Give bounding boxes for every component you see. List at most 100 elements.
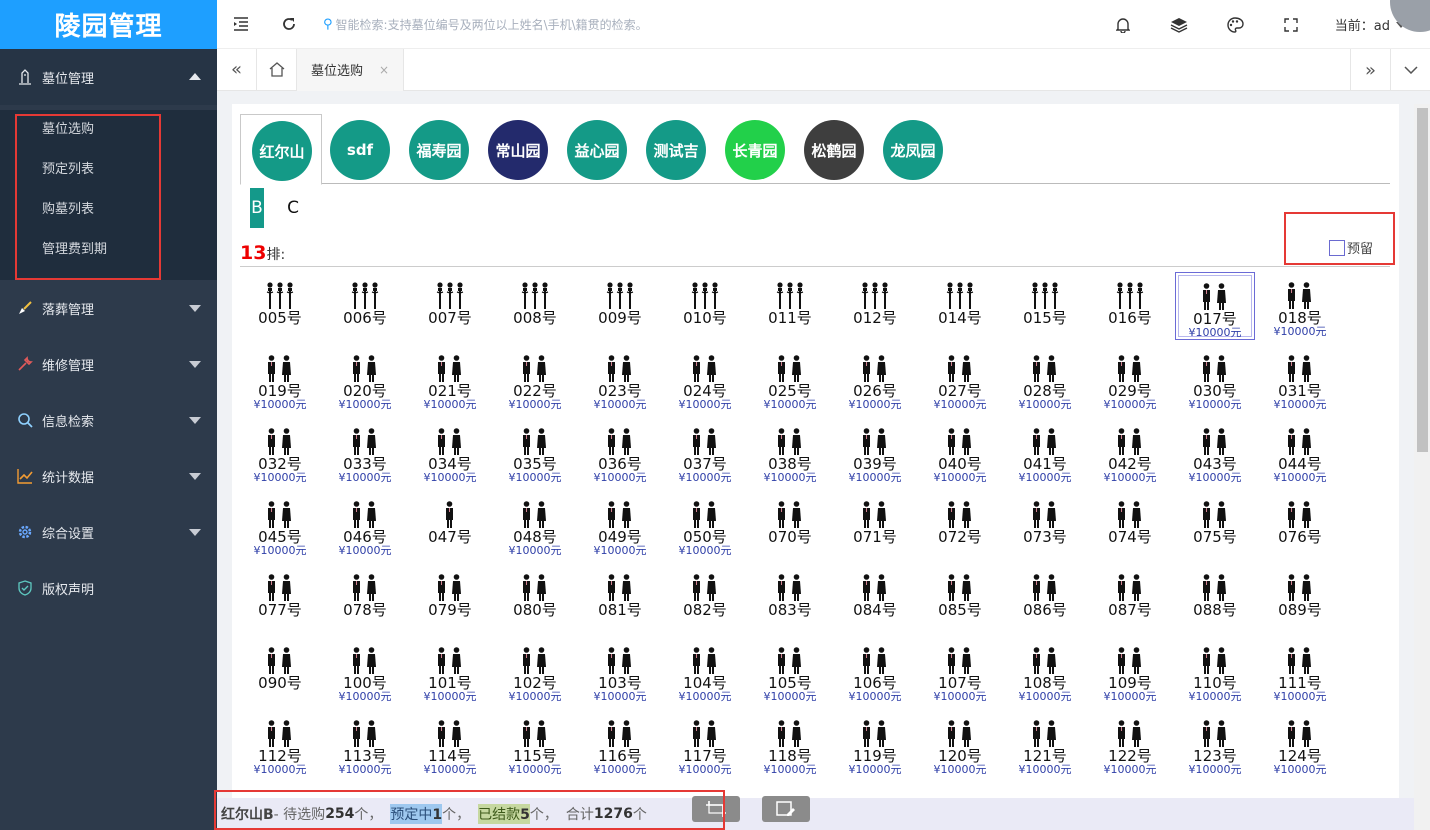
grave-plot[interactable]: 016号: [1090, 272, 1170, 340]
park-tab[interactable]: 福寿园: [398, 114, 480, 194]
reserve-toggle[interactable]: 预留: [1329, 238, 1373, 257]
grave-plot[interactable]: 035号 ¥10000元: [495, 418, 575, 486]
sidebar-item[interactable]: 购墓列表: [0, 190, 217, 230]
grave-plot[interactable]: 124号 ¥10000元: [1260, 710, 1340, 778]
scrollbar-thumb[interactable]: [1417, 108, 1428, 452]
grave-plot[interactable]: 020号 ¥10000元: [325, 345, 405, 413]
sidebar-group-4[interactable]: 统计数据: [0, 448, 217, 504]
grave-plot[interactable]: 028号 ¥10000元: [1005, 345, 1085, 413]
park-tab[interactable]: 测试吉: [635, 114, 717, 194]
grave-plot[interactable]: 015号: [1005, 272, 1085, 340]
screenshot-edit-button[interactable]: [762, 796, 810, 822]
grave-plot[interactable]: 089号: [1260, 564, 1340, 632]
screenshot-region-button[interactable]: [692, 796, 740, 822]
park-tab[interactable]: sdf: [319, 114, 401, 194]
grave-plot[interactable]: 085号: [920, 564, 1000, 632]
grave-plot[interactable]: 087号: [1090, 564, 1170, 632]
fullscreen-icon[interactable]: [1263, 0, 1319, 49]
grave-plot[interactable]: 112号 ¥10000元: [240, 710, 320, 778]
grave-plot[interactable]: 123号 ¥10000元: [1175, 710, 1255, 778]
grave-plot[interactable]: 037号 ¥10000元: [665, 418, 745, 486]
grave-plot[interactable]: 021号 ¥10000元: [410, 345, 490, 413]
grave-plot[interactable]: 109号 ¥10000元: [1090, 637, 1170, 705]
grave-plot[interactable]: 025号 ¥10000元: [750, 345, 830, 413]
layers-icon[interactable]: [1151, 0, 1207, 49]
grave-plot[interactable]: 079号: [410, 564, 490, 632]
scroll-left-icon[interactable]: «: [217, 48, 257, 91]
grave-plot[interactable]: 105号 ¥10000元: [750, 637, 830, 705]
park-tab[interactable]: 常山园: [477, 114, 559, 194]
grave-plot[interactable]: 072号: [920, 491, 1000, 559]
park-tab[interactable]: 益心园: [556, 114, 638, 194]
grave-plot[interactable]: 030号 ¥10000元: [1175, 345, 1255, 413]
sidebar-group-5[interactable]: 综合设置: [0, 504, 217, 560]
grave-plot[interactable]: 076号: [1260, 491, 1340, 559]
reserve-checkbox[interactable]: [1329, 239, 1345, 256]
grave-plot[interactable]: 017号 ¥10000元: [1175, 272, 1255, 340]
close-icon[interactable]: ×: [379, 63, 389, 77]
grave-plot[interactable]: 111号 ¥10000元: [1260, 637, 1340, 705]
palette-icon[interactable]: [1207, 0, 1263, 49]
grave-plot[interactable]: 100号 ¥10000元: [325, 637, 405, 705]
grave-plot[interactable]: 090号: [240, 637, 320, 705]
grave-plot[interactable]: 084号: [835, 564, 915, 632]
scrollbar[interactable]: [1414, 104, 1430, 830]
grave-plot[interactable]: 049号 ¥10000元: [580, 491, 660, 559]
tab-grave-purchase[interactable]: 墓位选购 ×: [297, 48, 405, 91]
sidebar-group-0[interactable]: 墓位管理: [0, 49, 217, 105]
grave-plot[interactable]: 080号: [495, 564, 575, 632]
bell-icon[interactable]: [1095, 0, 1151, 49]
zone-tab[interactable]: B: [250, 188, 264, 228]
grave-plot[interactable]: 044号 ¥10000元: [1260, 418, 1340, 486]
grave-plot[interactable]: 011号: [750, 272, 830, 340]
park-tab[interactable]: 红尔山: [240, 114, 322, 185]
grave-plot[interactable]: 012号: [835, 272, 915, 340]
grave-plot[interactable]: 034号 ¥10000元: [410, 418, 490, 486]
chevron-down-icon[interactable]: [1390, 49, 1430, 91]
grave-plot[interactable]: 116号 ¥10000元: [580, 710, 660, 778]
grave-plot[interactable]: 009号: [580, 272, 660, 340]
grave-plot[interactable]: 121号 ¥10000元: [1005, 710, 1085, 778]
grave-plot[interactable]: 007号: [410, 272, 490, 340]
grave-plot[interactable]: 008号: [495, 272, 575, 340]
grave-plot[interactable]: 041号 ¥10000元: [1005, 418, 1085, 486]
grave-plot[interactable]: 083号: [750, 564, 830, 632]
search-input[interactable]: ⚲ 智能检索:支持墓位编号及两位以上姓名\手机\籍贯的检索。: [323, 16, 923, 33]
grave-plot[interactable]: 070号: [750, 491, 830, 559]
refresh-icon[interactable]: [265, 0, 313, 49]
sidebar-group-3[interactable]: 信息检索: [0, 392, 217, 448]
grave-plot[interactable]: 031号 ¥10000元: [1260, 345, 1340, 413]
park-tab[interactable]: 龙凤园: [872, 114, 954, 194]
grave-plot[interactable]: 102号 ¥10000元: [495, 637, 575, 705]
grave-plot[interactable]: 042号 ¥10000元: [1090, 418, 1170, 486]
grave-plot[interactable]: 047号: [410, 491, 490, 559]
grave-plot[interactable]: 110号 ¥10000元: [1175, 637, 1255, 705]
grave-plot[interactable]: 048号 ¥10000元: [495, 491, 575, 559]
grave-plot[interactable]: 040号 ¥10000元: [920, 418, 1000, 486]
grave-plot[interactable]: 086号: [1005, 564, 1085, 632]
grave-plot[interactable]: 043号 ¥10000元: [1175, 418, 1255, 486]
grave-plot[interactable]: 010号: [665, 272, 745, 340]
grave-plot[interactable]: 050号 ¥10000元: [665, 491, 745, 559]
scroll-right-icon[interactable]: »: [1350, 49, 1390, 91]
sidebar-group-2[interactable]: 维修管理: [0, 336, 217, 392]
menu-fold-icon[interactable]: [217, 0, 265, 49]
grave-plot[interactable]: 114号 ¥10000元: [410, 710, 490, 778]
grave-plot[interactable]: 014号: [920, 272, 1000, 340]
grave-plot[interactable]: 036号 ¥10000元: [580, 418, 660, 486]
grave-plot[interactable]: 038号 ¥10000元: [750, 418, 830, 486]
grave-plot[interactable]: 078号: [325, 564, 405, 632]
sidebar-group-1[interactable]: 落葬管理: [0, 280, 217, 336]
grave-plot[interactable]: 024号 ¥10000元: [665, 345, 745, 413]
grave-plot[interactable]: 113号 ¥10000元: [325, 710, 405, 778]
grave-plot[interactable]: 029号 ¥10000元: [1090, 345, 1170, 413]
grave-plot[interactable]: 101号 ¥10000元: [410, 637, 490, 705]
grave-plot[interactable]: 022号 ¥10000元: [495, 345, 575, 413]
grave-plot[interactable]: 088号: [1175, 564, 1255, 632]
grave-plot[interactable]: 032号 ¥10000元: [240, 418, 320, 486]
grave-plot[interactable]: 026号 ¥10000元: [835, 345, 915, 413]
grave-plot[interactable]: 075号: [1175, 491, 1255, 559]
grave-plot[interactable]: 122号 ¥10000元: [1090, 710, 1170, 778]
grave-plot[interactable]: 074号: [1090, 491, 1170, 559]
grave-plot[interactable]: 019号 ¥10000元: [240, 345, 320, 413]
